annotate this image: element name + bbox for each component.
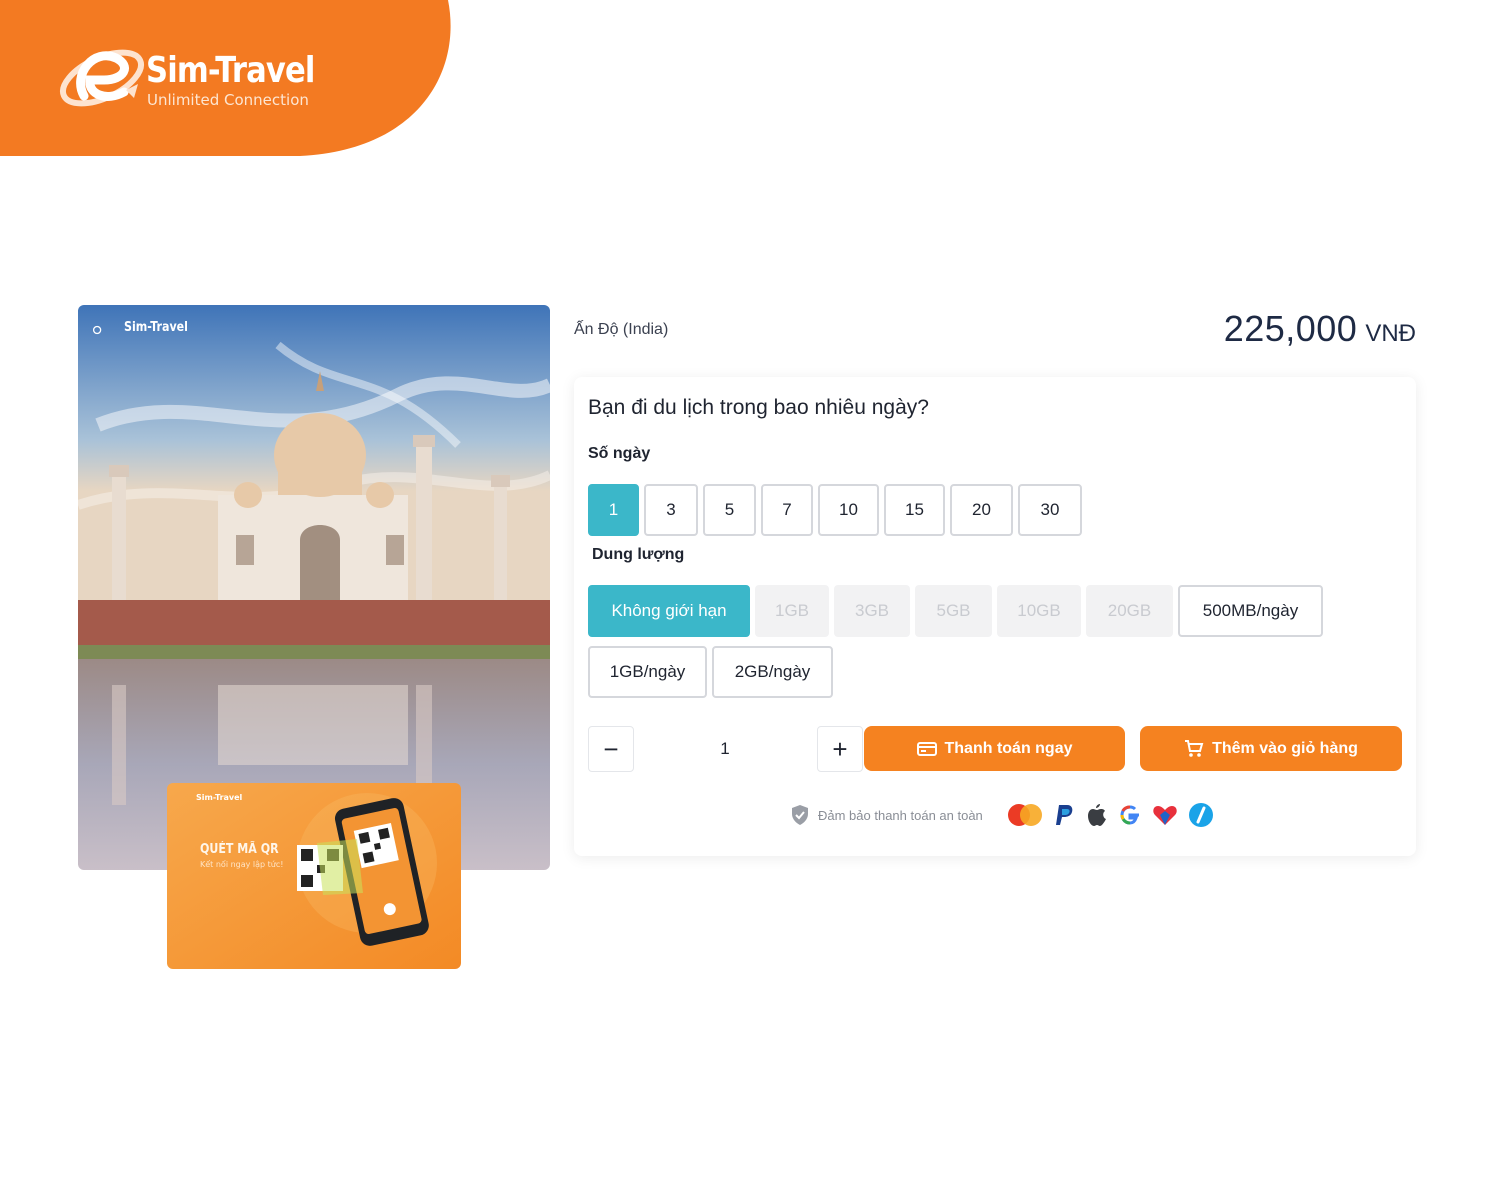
data-option-500mb-day[interactable]: 500MB/ngày xyxy=(1178,585,1323,637)
quantity-value[interactable]: 1 xyxy=(640,726,810,772)
data-option-10gb[interactable]: 10GB xyxy=(997,585,1081,637)
sim-card-logo: Sim-Travel xyxy=(196,793,243,802)
google-icon xyxy=(1120,805,1139,825)
day-option-1[interactable]: 1 xyxy=(588,484,639,536)
sim-card-headline: QUÉT MÃ QR xyxy=(200,842,279,857)
shield-check-icon xyxy=(792,805,808,825)
mastercard-icon xyxy=(1008,804,1042,826)
price-amount: 225,000 xyxy=(1223,308,1358,349)
data-option-20gb[interactable]: 20GB xyxy=(1086,585,1173,637)
data-option-2gb-day[interactable]: 2GB/ngày xyxy=(712,646,833,698)
sim-card-image xyxy=(167,783,461,969)
image-logo-icon xyxy=(92,325,102,335)
day-option-20[interactable]: 20 xyxy=(950,484,1013,536)
day-option-10[interactable]: 10 xyxy=(818,484,879,536)
brand-name: Sim-Travel xyxy=(146,50,315,91)
quantity-increase-button[interactable]: + xyxy=(817,726,863,772)
cart-icon xyxy=(1185,739,1204,757)
data-label: Dung lượng xyxy=(592,546,685,563)
payment-card-icon xyxy=(916,741,937,756)
day-option-3[interactable]: 3 xyxy=(644,484,698,536)
sim-card-subline: Kết nối ngay lập tức! xyxy=(200,860,284,869)
day-option-5[interactable]: 5 xyxy=(703,484,756,536)
brand-logo-icon[interactable] xyxy=(54,34,154,120)
buy-now-button[interactable]: Thanh toán ngay xyxy=(864,726,1125,771)
data-option-1gb[interactable]: 1GB xyxy=(755,585,829,637)
price-currency: VNĐ xyxy=(1365,320,1416,347)
apple-icon xyxy=(1088,804,1106,826)
secure-payment-text: Đảm bảo thanh toán an toàn xyxy=(818,807,983,823)
data-option-5gb[interactable]: 5GB xyxy=(915,585,992,637)
heart-wallet-icon xyxy=(1153,806,1177,825)
slash-pay-icon xyxy=(1189,803,1213,827)
price: 225,000 VNĐ xyxy=(1224,308,1416,350)
country-name: Ấn Độ (India) xyxy=(574,321,669,338)
payment-methods xyxy=(1006,801,1214,829)
paypal-icon xyxy=(1056,805,1073,825)
day-option-7[interactable]: 7 xyxy=(761,484,813,536)
day-option-15[interactable]: 15 xyxy=(884,484,945,536)
add-to-cart-label: Thêm vào giỏ hàng xyxy=(1212,739,1358,757)
data-option-unlimited[interactable]: Không giới hạn xyxy=(588,585,750,637)
data-option-3gb[interactable]: 3GB xyxy=(834,585,910,637)
quantity-decrease-button[interactable]: − xyxy=(588,726,634,772)
add-to-cart-button[interactable]: Thêm vào giỏ hàng xyxy=(1140,726,1402,771)
brand-tagline: Unlimited Connection xyxy=(147,91,309,109)
image-logo: Sim-Travel xyxy=(124,320,188,335)
day-option-30[interactable]: 30 xyxy=(1018,484,1082,536)
secure-payment-note: Đảm bảo thanh toán an toàn xyxy=(790,803,983,827)
buy-now-label: Thanh toán ngay xyxy=(944,739,1073,757)
days-label: Số ngày xyxy=(588,445,651,462)
data-option-1gb-day[interactable]: 1GB/ngày xyxy=(588,646,707,698)
trip-length-question: Bạn đi du lịch trong bao nhiêu ngày? xyxy=(588,396,929,419)
